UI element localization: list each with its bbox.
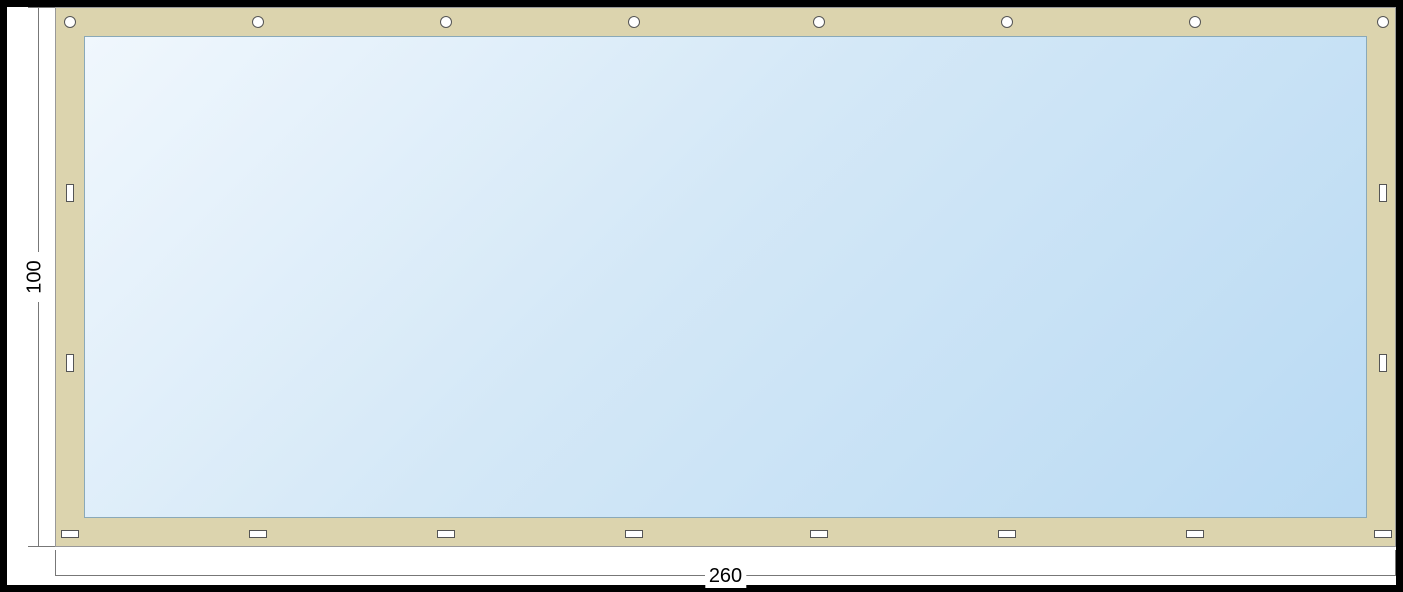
slot-icon: [625, 530, 643, 538]
slot-icon: [998, 530, 1016, 538]
slot-icon: [61, 530, 79, 538]
grommet-icon: [440, 16, 452, 28]
dimension-horizontal: 260: [55, 547, 1396, 585]
dimension-height-label: 100: [24, 260, 47, 293]
dimension-width-label: 260: [705, 565, 746, 588]
grommet-icon: [813, 16, 825, 28]
slot-icon: [437, 530, 455, 538]
dimension-vertical: 100: [7, 7, 55, 547]
slot-icon: [1186, 530, 1204, 538]
slot-icon: [1374, 530, 1392, 538]
slot-icon: [66, 184, 74, 202]
tarp-border: [55, 7, 1396, 547]
slot-icon: [810, 530, 828, 538]
slot-icon: [66, 354, 74, 372]
slot-icon: [1379, 184, 1387, 202]
grommet-icon: [1377, 16, 1389, 28]
tarp-panel: [84, 36, 1367, 518]
grommet-icon: [252, 16, 264, 28]
grommet-icon: [628, 16, 640, 28]
grommet-icon: [64, 16, 76, 28]
slot-icon: [1379, 354, 1387, 372]
grommet-icon: [1001, 16, 1013, 28]
grommet-icon: [1189, 16, 1201, 28]
diagram-frame: 100 260: [7, 7, 1396, 585]
slot-icon: [249, 530, 267, 538]
